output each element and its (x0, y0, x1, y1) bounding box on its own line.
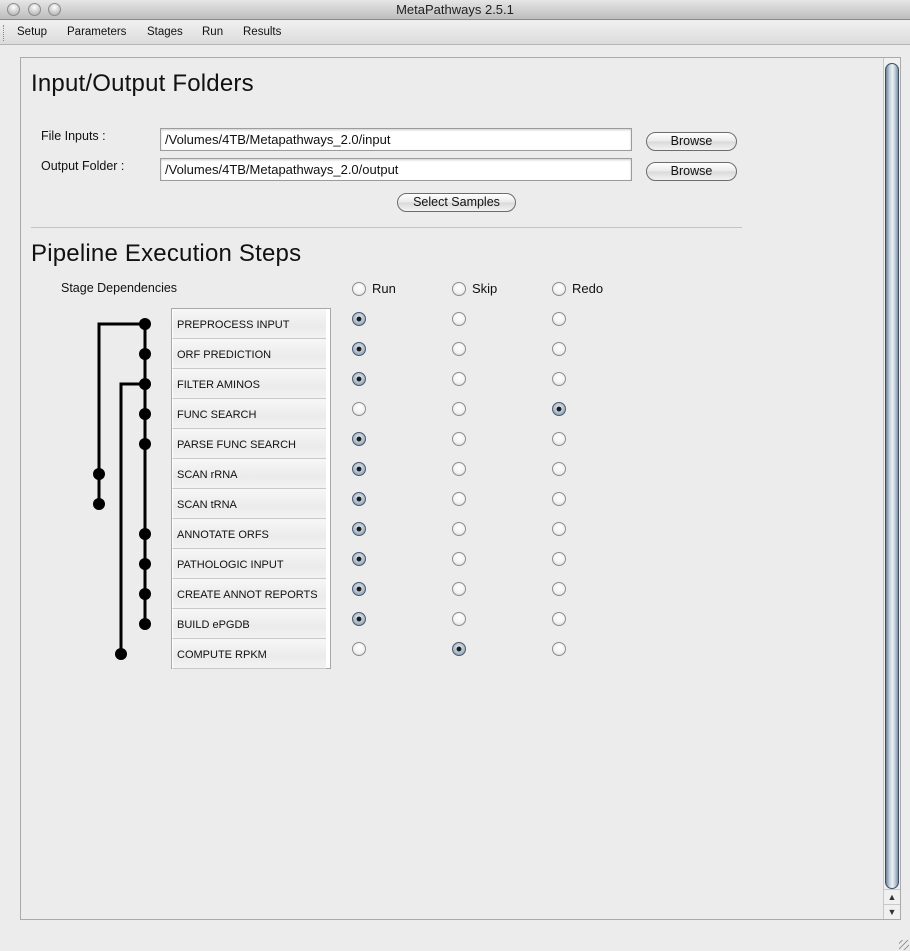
stage-radio-skip[interactable] (452, 522, 466, 536)
stage-row[interactable]: PATHOLOGIC INPUT (172, 549, 326, 579)
menu-results[interactable]: Results (243, 26, 281, 38)
stage-radio-run[interactable] (352, 582, 366, 596)
stage-row[interactable]: ANNOTATE ORFS (172, 519, 326, 549)
stage-radio-redo[interactable] (552, 402, 566, 416)
stage-radio-run[interactable] (352, 342, 366, 356)
stage-radio-skip[interactable] (452, 342, 466, 356)
stage-row[interactable]: PREPROCESS INPUT (172, 309, 326, 339)
stage-radio-run[interactable] (352, 522, 366, 536)
stage-radio-redo[interactable] (552, 342, 566, 356)
select-samples-button[interactable]: Select Samples (397, 193, 516, 212)
title-bar: MetaPathways 2.5.1 (0, 0, 910, 20)
stage-radio-redo[interactable] (552, 552, 566, 566)
stage-radio-skip[interactable] (452, 582, 466, 596)
pipeline-section-heading: Pipeline Execution Steps (31, 240, 302, 267)
skip-all-radio[interactable] (452, 282, 466, 296)
stage-radio-run[interactable] (352, 612, 366, 626)
stage-row[interactable]: FILTER AMINOS (172, 369, 326, 399)
file-inputs-field[interactable] (160, 128, 632, 151)
stage-dependencies-label: Stage Dependencies (61, 281, 178, 295)
stage-radio-run[interactable] (352, 642, 366, 656)
stage-radio-redo[interactable] (552, 432, 566, 446)
main-panel (20, 57, 901, 920)
stage-radio-redo[interactable] (552, 642, 566, 656)
redo-all-radio[interactable] (552, 282, 566, 296)
stage-radio-skip[interactable] (452, 402, 466, 416)
menu-bar: Setup Parameters Stages Run Results (0, 21, 910, 45)
stage-radio-run[interactable] (352, 432, 366, 446)
stage-row[interactable]: FUNC SEARCH (172, 399, 326, 429)
menu-setup[interactable]: Setup (17, 26, 47, 38)
stage-row[interactable]: ORF PREDICTION (172, 339, 326, 369)
stage-radio-redo[interactable] (552, 522, 566, 536)
scroll-down-icon[interactable]: ▼ (884, 904, 900, 919)
stage-radio-run[interactable] (352, 462, 366, 476)
window-title: MetaPathways 2.5.1 (396, 2, 514, 17)
file-inputs-label: File Inputs : (41, 129, 106, 143)
stage-radio-run[interactable] (352, 402, 366, 416)
browse-inputs-button[interactable]: Browse (646, 132, 737, 151)
stage-radio-skip[interactable] (452, 312, 466, 326)
stage-radio-redo[interactable] (552, 582, 566, 596)
menu-run[interactable]: Run (202, 26, 223, 38)
stage-radio-skip[interactable] (452, 432, 466, 446)
stage-radio-redo[interactable] (552, 312, 566, 326)
stage-radio-skip[interactable] (452, 492, 466, 506)
stage-radio-run[interactable] (352, 552, 366, 566)
stage-radio-skip[interactable] (452, 462, 466, 476)
stage-row[interactable]: SCAN rRNA (172, 459, 326, 489)
stage-radio-run[interactable] (352, 492, 366, 506)
stage-row[interactable]: SCAN tRNA (172, 489, 326, 519)
stage-radio-skip[interactable] (452, 372, 466, 386)
output-folder-field[interactable] (160, 158, 632, 181)
stage-radio-redo[interactable] (552, 372, 566, 386)
menu-grip (3, 25, 4, 41)
stage-row[interactable]: PARSE FUNC SEARCH (172, 429, 326, 459)
scrollbar-thumb[interactable] (885, 63, 899, 889)
redo-column-label: Redo (572, 281, 604, 296)
stage-row[interactable]: CREATE ANNOT REPORTS (172, 579, 326, 609)
stage-radio-redo[interactable] (552, 492, 566, 506)
stage-radio-run[interactable] (352, 312, 366, 326)
stage-row[interactable]: COMPUTE RPKM (172, 639, 326, 669)
stage-row[interactable]: BUILD ePGDB (172, 609, 326, 639)
stage-radio-skip[interactable] (452, 552, 466, 566)
menu-stages[interactable]: Stages (147, 26, 183, 38)
browse-output-button[interactable]: Browse (646, 162, 737, 181)
stage-radio-redo[interactable] (552, 612, 566, 626)
stage-list: PREPROCESS INPUT ORF PREDICTION FILTER AMI… (171, 308, 331, 669)
window-resize-grip[interactable] (899, 940, 909, 950)
section-divider (31, 227, 742, 228)
stage-radio-skip[interactable] (452, 642, 466, 656)
skip-column-label: Skip (472, 281, 498, 296)
stage-radio-redo[interactable] (552, 462, 566, 476)
vertical-scrollbar[interactable]: ▲ ▼ (883, 58, 900, 919)
scroll-up-icon[interactable]: ▲ (884, 889, 900, 904)
output-folder-label: Output Folder : (41, 159, 125, 173)
menu-parameters[interactable]: Parameters (67, 26, 126, 38)
stage-radio-skip[interactable] (452, 612, 466, 626)
io-section-heading: Input/Output Folders (31, 70, 254, 97)
stage-radio-run[interactable] (352, 372, 366, 386)
run-all-radio[interactable] (352, 282, 366, 296)
run-column-label: Run (372, 281, 396, 296)
